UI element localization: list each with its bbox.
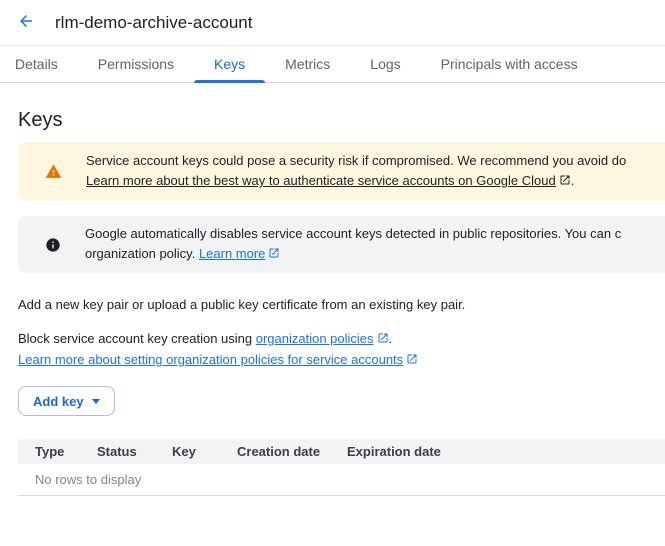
tab-metrics[interactable]: Metrics [265,46,350,82]
external-link-icon [377,330,389,350]
tab-permissions[interactable]: Permissions [78,46,194,82]
warning-line1: Service account keys could pose a securi… [86,153,627,168]
warning-banner-text: Service account keys could pose a securi… [86,151,626,192]
tab-keys[interactable]: Keys [194,46,266,83]
back-button[interactable] [14,11,38,35]
warning-learn-more-link[interactable]: Learn more about the best way to authent… [86,173,571,188]
service-account-page: rlm-demo-archive-account Details Permiss… [0,0,665,496]
column-header-expiration-date: Expiration date [347,444,441,459]
back-arrow-icon [17,12,35,33]
tab-details[interactable]: Details [0,46,78,82]
tab-principals-with-access[interactable]: Principals with access [421,46,598,82]
column-header-type: Type [35,444,65,459]
tab-bar: Details Permissions Keys Metrics Logs Pr… [0,46,665,83]
table-header-row: Type Status Key Creation date Expiration… [18,439,665,464]
keys-content: Keys Service account keys could pose a s… [0,83,665,496]
warning-line2: Learn more about the best way to authent… [86,171,626,192]
external-link-icon [268,245,280,265]
warning-triangle-icon [45,163,62,180]
table-empty-message: No rows to display [18,464,665,496]
setting-org-policies-link[interactable]: Learn more about setting organization po… [18,352,418,367]
page-header: rlm-demo-archive-account [0,0,665,46]
column-header-status: Status [97,444,137,459]
external-link-icon [559,172,571,192]
info-banner: Google automatically disables service ac… [18,216,665,273]
column-header-creation-date: Creation date [237,444,321,459]
info-banner-text: Google automatically disables service ac… [85,224,621,265]
dropdown-caret-icon [91,398,100,404]
info-line2: organization policy. Learn more [85,244,621,265]
learn-more-line: Learn more about setting organization po… [18,350,665,371]
warning-banner: Service account keys could pose a securi… [18,142,665,201]
info-learn-more-link[interactable]: Learn more [199,246,280,261]
block-line: Block service account key creation using… [18,329,665,350]
tab-logs[interactable]: Logs [350,46,420,82]
section-heading: Keys [18,109,63,131]
organization-policies-link[interactable]: organization policies [256,331,389,346]
keys-table: Type Status Key Creation date Expiration… [18,439,665,496]
page-title: rlm-demo-archive-account [55,12,253,32]
info-line1: Google automatically disables service ac… [85,226,622,241]
info-circle-icon [45,237,61,253]
add-key-button[interactable]: Add key [18,386,115,416]
block-key-creation-paragraph: Block service account key creation using… [18,329,665,371]
intro-text: Add a new key pair or upload a public ke… [18,297,466,312]
column-header-key: Key [172,444,196,459]
external-link-icon [406,351,418,371]
